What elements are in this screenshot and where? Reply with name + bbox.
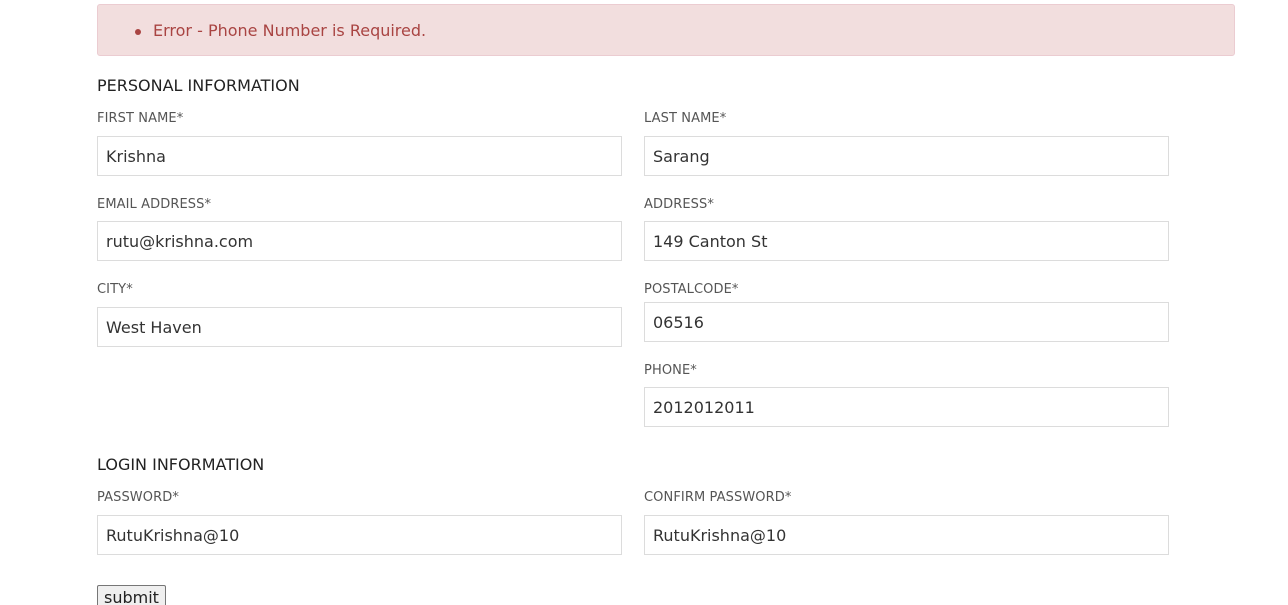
- first-name-field[interactable]: [97, 136, 622, 176]
- personal-information-heading: PERSONAL INFORMATION: [97, 76, 300, 95]
- city-field[interactable]: [97, 307, 622, 347]
- password-field[interactable]: [97, 515, 622, 555]
- first-name-label: FIRST NAME*: [97, 111, 184, 126]
- confirm-password-label: CONFIRM PASSWORD*: [644, 490, 792, 505]
- email-field[interactable]: [97, 221, 622, 261]
- registration-page: Error - Phone Number is Required. PERSON…: [0, 0, 1288, 605]
- confirm-password-field[interactable]: [644, 515, 1169, 555]
- login-information-heading: LOGIN INFORMATION: [97, 455, 265, 474]
- phone-label: PHONE*: [644, 363, 697, 378]
- email-address-label: EMAIL ADDRESS*: [97, 197, 212, 212]
- address-field[interactable]: [644, 221, 1169, 261]
- address-label: ADDRESS*: [644, 197, 714, 212]
- postalcode-field[interactable]: [644, 302, 1169, 342]
- postalcode-label: POSTALCODE*: [644, 282, 739, 297]
- error-message: Error - Phone Number is Required.: [153, 21, 427, 40]
- phone-field[interactable]: [644, 387, 1169, 427]
- submit-button[interactable]: submit: [97, 585, 166, 605]
- password-label: PASSWORD*: [97, 490, 179, 505]
- city-label: CITY*: [97, 282, 133, 297]
- bullet-icon: [135, 29, 141, 35]
- last-name-field[interactable]: [644, 136, 1169, 176]
- last-name-label: LAST NAME*: [644, 111, 727, 126]
- error-alert: Error - Phone Number is Required.: [97, 4, 1235, 56]
